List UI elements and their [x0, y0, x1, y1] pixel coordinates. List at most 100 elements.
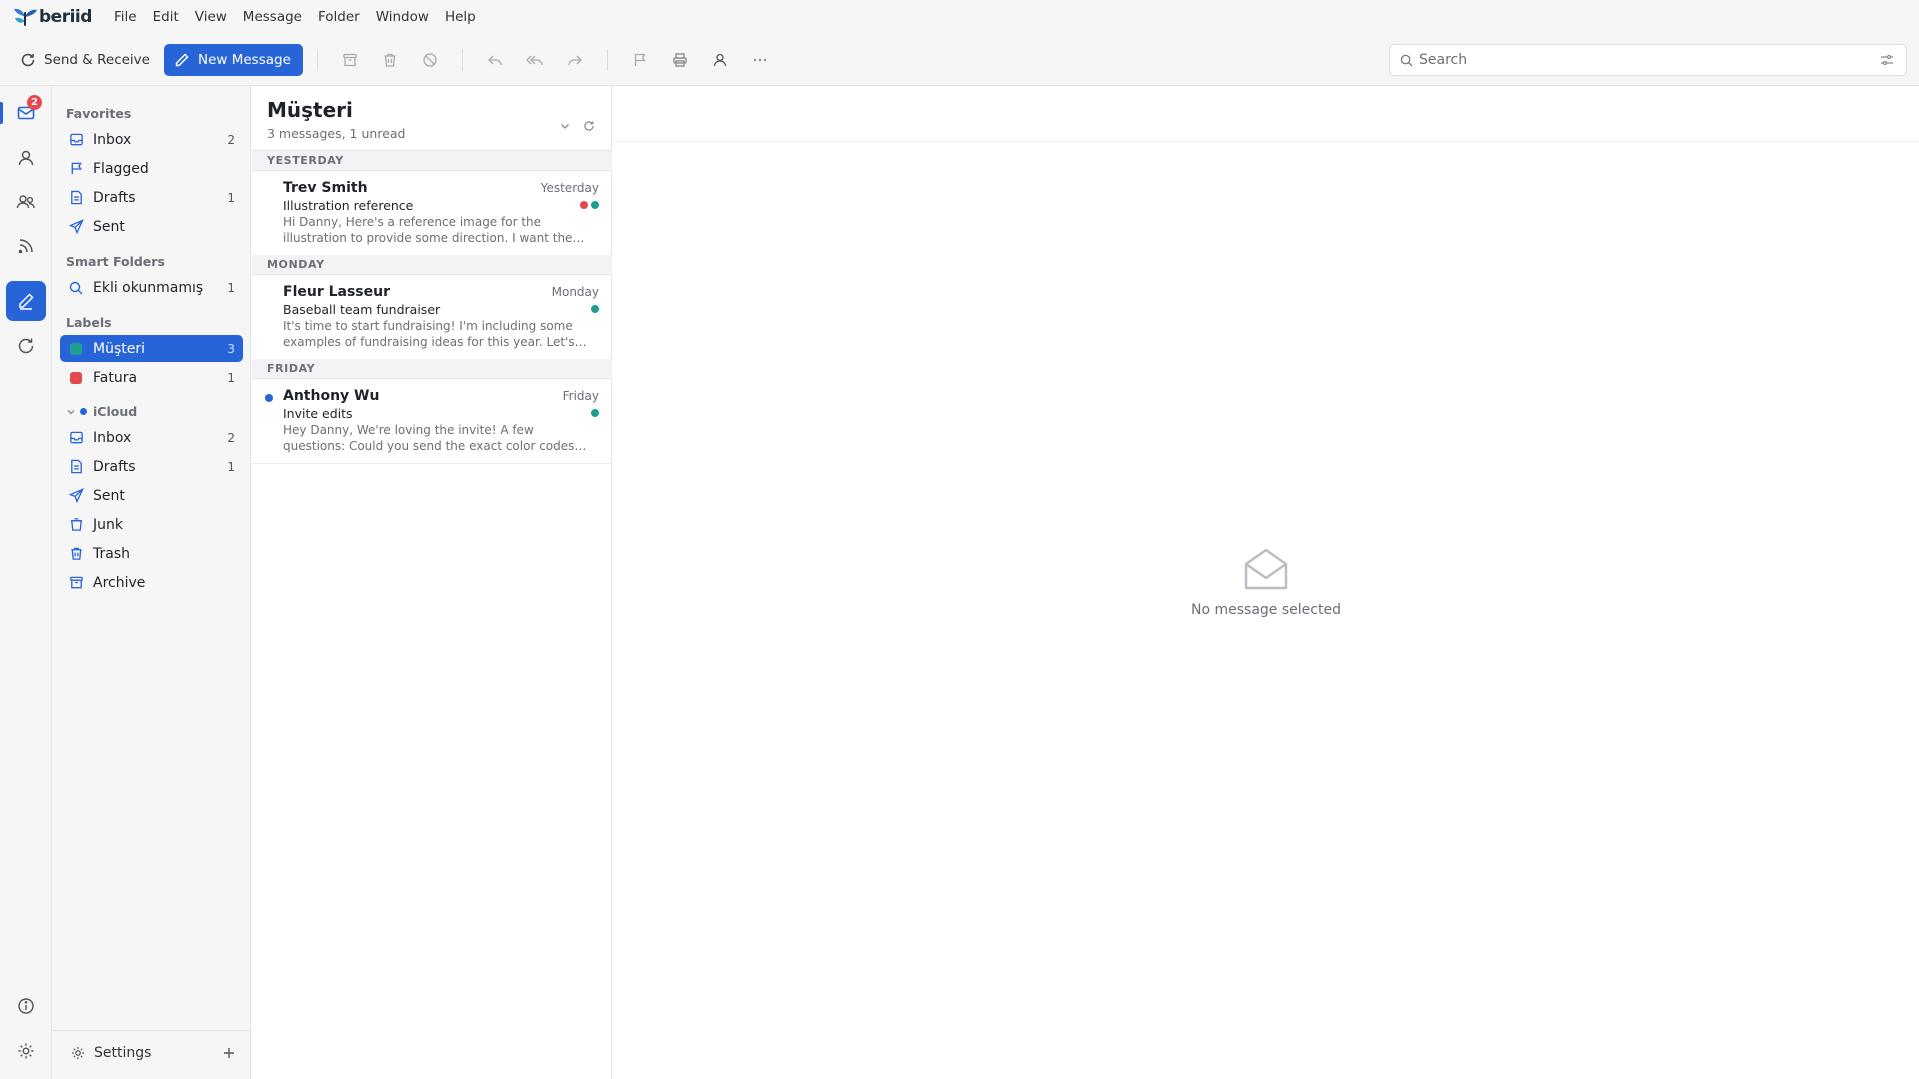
info-icon: [18, 998, 34, 1014]
send-receive-button[interactable]: Send & Receive: [20, 44, 150, 76]
message-preview: Hi Danny, Here's a reference image for t…: [283, 215, 585, 245]
flag-icon: [71, 162, 82, 175]
message-label-dots: [580, 201, 599, 209]
account-name: iCloud: [93, 404, 138, 419]
rail-sync-button[interactable]: [6, 326, 46, 366]
logo-butterfly-icon: [12, 6, 38, 28]
search-input[interactable]: [1419, 52, 1880, 68]
folder-favorites-inbox[interactable]: Inbox 2: [60, 126, 243, 153]
folder-name: Archive: [93, 574, 146, 591]
menu-help[interactable]: Help: [437, 0, 484, 34]
forward-button[interactable]: [561, 46, 589, 74]
flag-button[interactable]: [626, 46, 654, 74]
message-row[interactable]: Trev Smith Yesterday Illustration refere…: [252, 172, 612, 256]
smart-folders-heading: Smart Folders: [66, 254, 165, 269]
refresh-icon: [21, 53, 35, 66]
message-row[interactable]: Fleur Lasseur Monday Baseball team fundr…: [252, 276, 612, 360]
trash-icon: [70, 547, 82, 560]
smart-folder-unread-attachments[interactable]: Ekli okunmamış 1: [60, 274, 243, 301]
message-preview: Hey Danny, We're loving the invite! A fe…: [283, 423, 587, 453]
message-sender: Trev Smith: [283, 180, 368, 196]
message-row[interactable]: Anthony Wu Friday Invite edits Hey Danny…: [252, 380, 612, 464]
folder-favorites-sent[interactable]: Sent: [60, 213, 243, 240]
menu-folder[interactable]: Folder: [310, 0, 368, 34]
label-count: 3: [227, 341, 235, 356]
date-group-header: YESTERDAY: [252, 151, 612, 171]
block-button[interactable]: [416, 46, 444, 74]
filter-icon[interactable]: [1880, 53, 1894, 67]
empty-state: No message selected: [613, 546, 1919, 618]
folder-favorites-drafts[interactable]: Drafts 1: [60, 184, 243, 211]
message-sender: Anthony Wu: [283, 388, 380, 404]
message-subject: Illustration reference: [283, 198, 414, 213]
menu-window[interactable]: Window: [368, 0, 437, 34]
label-dot: [591, 201, 599, 209]
folder-count: 1: [227, 190, 235, 205]
contact-button[interactable]: [706, 46, 734, 74]
menu-edit[interactable]: Edit: [145, 0, 187, 34]
inbox-icon: [69, 133, 83, 146]
rail-settings-button[interactable]: [6, 1031, 46, 1071]
folder-icloud-inbox[interactable]: Inbox 2: [60, 424, 243, 451]
archive-button[interactable]: [336, 46, 364, 74]
print-button[interactable]: [666, 46, 694, 74]
new-message-label: New Message: [197, 51, 291, 68]
rail-contacts-button[interactable]: [6, 138, 46, 178]
message-subject: Invite edits: [283, 406, 353, 421]
account-header-icloud[interactable]: iCloud: [66, 404, 137, 419]
delete-button[interactable]: [376, 46, 404, 74]
reply-button[interactable]: [481, 46, 509, 74]
reply-all-icon: [525, 55, 543, 65]
add-account-button[interactable]: [223, 1043, 235, 1064]
reading-pane-header: [613, 86, 1919, 142]
favorites-heading: Favorites: [66, 106, 132, 121]
message-label-dots: [591, 409, 599, 417]
menu-view[interactable]: View: [187, 0, 235, 34]
folder-count: 1: [227, 459, 235, 474]
folder-icloud-drafts[interactable]: Drafts 1: [60, 453, 243, 480]
folder-name: Trash: [93, 545, 130, 562]
drafts-icon: [70, 190, 82, 205]
rail-compose-button[interactable]: [6, 281, 46, 321]
search-box[interactable]: [1389, 44, 1907, 76]
label-musteri[interactable]: Müşteri 3: [60, 335, 243, 362]
folder-favorites-flagged[interactable]: Flagged: [60, 155, 243, 182]
rail-mail-button[interactable]: 2: [6, 93, 46, 133]
menu-message[interactable]: Message: [235, 0, 310, 34]
label-fatura[interactable]: Fatura 1: [60, 364, 243, 391]
folder-name: Inbox: [93, 131, 132, 148]
folder-icloud-junk[interactable]: Junk: [60, 511, 243, 538]
groups-icon: [16, 195, 35, 209]
account-color-dot: [80, 408, 87, 415]
reply-all-button[interactable]: [521, 46, 549, 74]
unread-indicator: [265, 394, 273, 402]
folder-name: Junk: [93, 516, 123, 533]
refresh-icon[interactable]: [583, 120, 595, 132]
rail-feeds-button[interactable]: [6, 226, 46, 266]
label-dot: [591, 409, 599, 417]
message-list: Müşteri 3 messages, 1 unread YESTERDAY T…: [252, 86, 612, 1079]
message-label-dots: [591, 305, 599, 313]
folder-icloud-trash[interactable]: Trash: [60, 540, 243, 567]
folder-name: Flagged: [93, 160, 149, 177]
gear-icon: [72, 1047, 84, 1059]
settings-label: Settings: [94, 1045, 152, 1061]
folder-name: Drafts: [93, 458, 136, 475]
menu-bar: beriid File Edit View Message Folder Win…: [0, 0, 1919, 34]
rail-info-button[interactable]: [6, 986, 46, 1026]
label-color-swatch: [70, 342, 82, 355]
settings-button[interactable]: Settings: [60, 1038, 243, 1068]
plus-icon: [224, 1047, 234, 1058]
more-button[interactable]: [746, 46, 774, 74]
rail-groups-button[interactable]: [6, 182, 46, 222]
list-actions: [559, 120, 595, 132]
folder-count: 1: [227, 280, 235, 295]
sort-chevron-icon[interactable]: [559, 120, 571, 132]
menu-file[interactable]: File: [106, 0, 145, 34]
new-message-button[interactable]: New Message: [163, 43, 303, 76]
folder-icloud-archive[interactable]: Archive: [60, 569, 243, 596]
folder-icloud-sent[interactable]: Sent: [60, 482, 243, 509]
chevron-down-icon: [67, 409, 75, 414]
archive-icon: [343, 53, 357, 66]
contact-icon: [713, 53, 727, 66]
